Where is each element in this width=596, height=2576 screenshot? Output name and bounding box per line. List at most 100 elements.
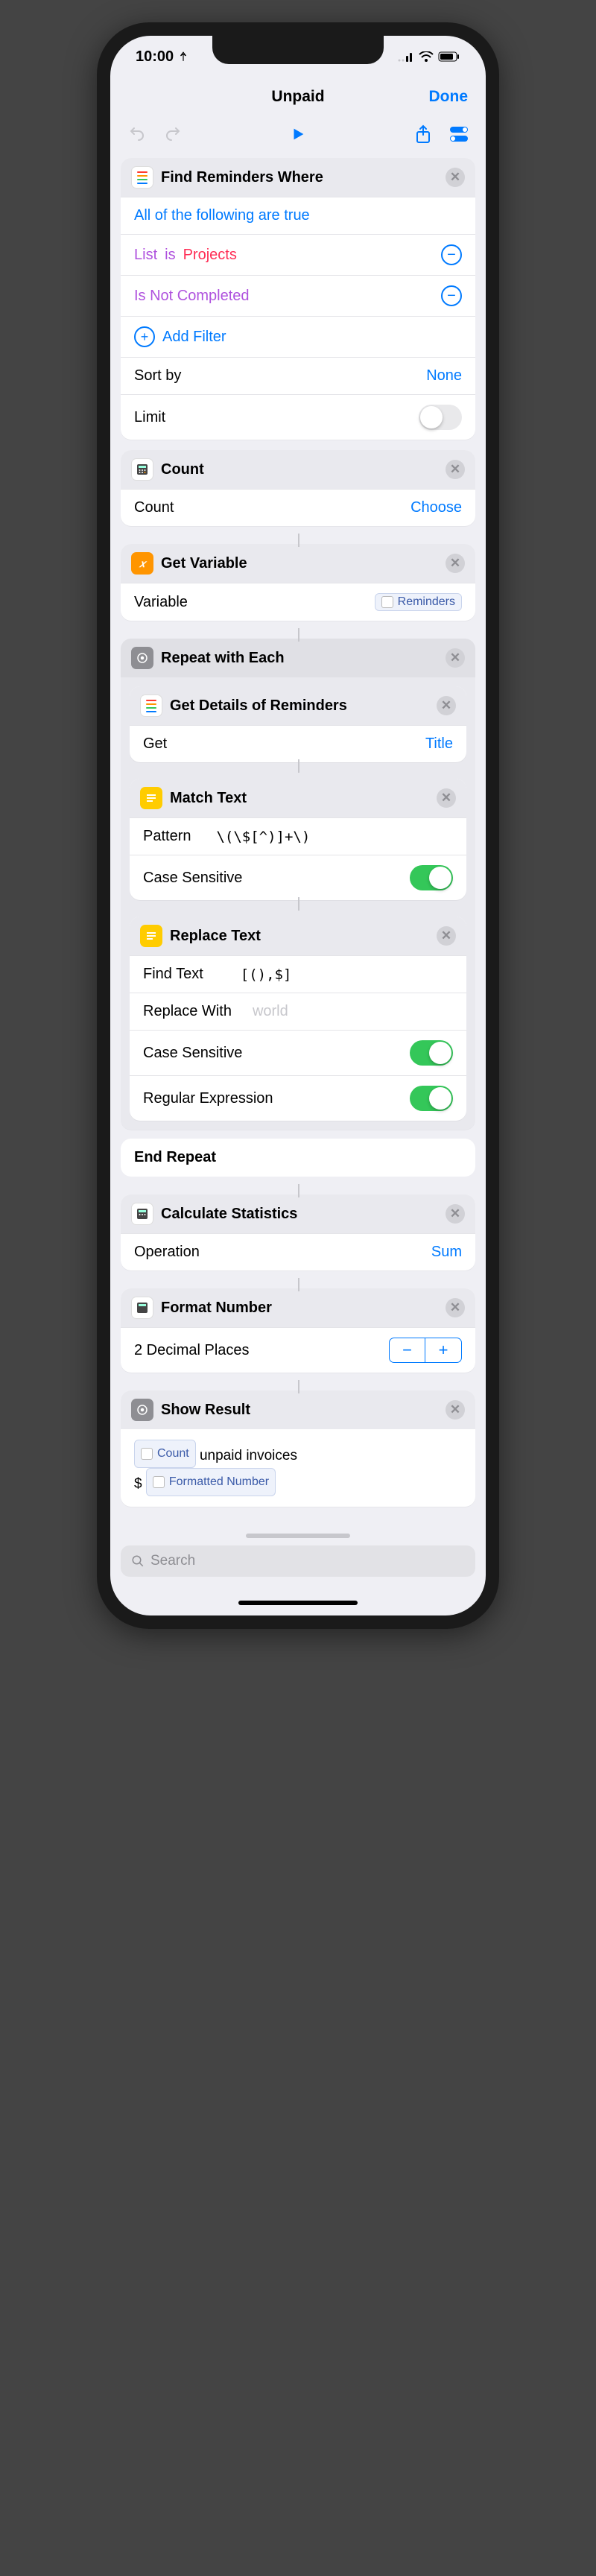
count-label: Count <box>134 499 174 516</box>
delete-action-button[interactable]: ✕ <box>437 696 456 715</box>
gear-icon <box>131 647 153 669</box>
action-show-result: Show Result ✕ Count unpaid invoices $ Fo… <box>121 1390 475 1507</box>
get-value[interactable]: Title <box>425 735 453 753</box>
filter-op[interactable]: is <box>165 247 175 264</box>
decimal-stepper[interactable]: −+ <box>389 1338 462 1363</box>
action-title: Find Reminders Where <box>161 169 323 186</box>
count-value[interactable]: Choose <box>410 499 462 516</box>
action-get-details: Get Details of Reminders ✕ Get Title <box>130 686 466 762</box>
reminders-app-icon <box>131 166 153 189</box>
action-replace-text: Replace Text ✕ Find Text [(),$] Replace … <box>130 917 466 1121</box>
operation-label: Operation <box>134 1244 200 1261</box>
action-title: Replace Text <box>170 928 261 945</box>
status-time: 10:00 <box>136 48 188 66</box>
filter-all-true[interactable]: All of the following are true <box>134 207 310 224</box>
variable-token[interactable]: Count <box>134 1440 196 1468</box>
delete-action-button[interactable]: ✕ <box>446 554 465 573</box>
action-title: Format Number <box>161 1300 272 1317</box>
page-title: Unpaid <box>271 88 324 106</box>
result-text-field[interactable]: Count unpaid invoices $ Formatted Number <box>121 1429 475 1507</box>
delete-action-button[interactable]: ✕ <box>446 460 465 479</box>
variable-token[interactable]: Formatted Number <box>146 1468 276 1496</box>
action-calc-stats: Calculate Statistics ✕ Operation Sum <box>121 1194 475 1270</box>
redo-button[interactable] <box>159 121 186 148</box>
limit-toggle[interactable] <box>419 405 462 430</box>
action-title: Show Result <box>161 1402 250 1419</box>
find-value[interactable]: [(),$] <box>241 966 292 983</box>
delete-action-button[interactable]: ✕ <box>437 926 456 946</box>
text-icon <box>140 925 162 947</box>
action-get-variable: 𝑥 Get Variable ✕ Variable Reminders <box>121 544 475 621</box>
operation-value[interactable]: Sum <box>431 1244 462 1261</box>
delete-action-button[interactable]: ✕ <box>446 1298 465 1317</box>
action-title: Count <box>161 461 204 478</box>
case-sensitive-toggle[interactable] <box>410 865 453 890</box>
calculator-app-icon <box>131 458 153 481</box>
add-filter-button[interactable]: Add Filter <box>162 329 226 346</box>
action-title: Match Text <box>170 790 247 807</box>
action-title: Repeat with Each <box>161 650 285 667</box>
replace-placeholder[interactable]: world <box>253 1003 288 1020</box>
calculator-app-icon <box>131 1297 153 1319</box>
search-placeholder: Search <box>150 1553 195 1569</box>
text-icon <box>140 787 162 809</box>
gear-icon <box>131 1399 153 1421</box>
search-input[interactable]: Search <box>121 1545 475 1577</box>
sort-by-value[interactable]: None <box>426 367 462 384</box>
action-title: Calculate Statistics <box>161 1206 297 1223</box>
result-text: unpaid invoices <box>200 1448 297 1463</box>
action-title: Get Details of Reminders <box>170 697 347 715</box>
variable-icon: 𝑥 <box>131 552 153 575</box>
variable-token[interactable]: Reminders <box>375 593 462 611</box>
stepper-minus[interactable]: − <box>390 1338 425 1362</box>
signal-icon <box>398 51 414 62</box>
toolbar <box>110 116 486 152</box>
action-count: Count ✕ Count Choose <box>121 450 475 526</box>
remove-filter-button[interactable]: − <box>441 285 462 306</box>
delete-action-button[interactable]: ✕ <box>446 168 465 187</box>
action-find-reminders: Find Reminders Where ✕ All of the follow… <box>121 158 475 440</box>
limit-label: Limit <box>134 409 165 426</box>
end-repeat: End Repeat <box>121 1139 475 1177</box>
filter-value[interactable]: Projects <box>183 247 237 264</box>
reminders-app-icon <box>140 694 162 717</box>
action-format-number: Format Number ✕ 2 Decimal Places −+ <box>121 1288 475 1373</box>
variable-label: Variable <box>134 594 188 611</box>
result-prefix: $ <box>134 1476 142 1492</box>
pattern-value[interactable]: \(\$[^)]+\) <box>216 829 310 845</box>
stepper-plus[interactable]: + <box>425 1338 461 1362</box>
delete-action-button[interactable]: ✕ <box>446 1400 465 1420</box>
sort-by-label: Sort by <box>134 367 181 384</box>
add-filter-icon[interactable]: + <box>134 326 155 347</box>
case-sensitive-label: Case Sensitive <box>143 1045 242 1062</box>
done-button[interactable]: Done <box>429 88 469 106</box>
calculator-app-icon <box>131 1203 153 1225</box>
filter-field[interactable]: List <box>134 247 157 264</box>
run-button[interactable] <box>285 121 311 148</box>
battery-icon <box>438 51 460 62</box>
delete-action-button[interactable]: ✕ <box>446 1204 465 1224</box>
delete-action-button[interactable]: ✕ <box>446 648 465 668</box>
case-sensitive-label: Case Sensitive <box>143 870 242 887</box>
action-repeat-each: Repeat with Each ✕ Get Details of Remind… <box>121 639 475 1130</box>
action-match-text: Match Text ✕ Pattern \(\$[^)]+\) Case Se… <box>130 779 466 900</box>
remove-filter-button[interactable]: − <box>441 244 462 265</box>
regex-toggle[interactable] <box>410 1086 453 1111</box>
home-indicator[interactable] <box>238 1601 358 1605</box>
search-icon <box>131 1554 145 1568</box>
action-title: Get Variable <box>161 555 247 572</box>
undo-button[interactable] <box>124 121 150 148</box>
decimal-places-label: 2 Decimal Places <box>134 1342 250 1359</box>
find-label: Find Text <box>143 966 203 983</box>
pattern-label: Pattern <box>143 828 191 845</box>
share-button[interactable] <box>410 121 437 148</box>
get-label: Get <box>143 735 167 753</box>
delete-action-button[interactable]: ✕ <box>437 788 456 808</box>
replace-label: Replace With <box>143 1003 232 1020</box>
regex-label: Regular Expression <box>143 1090 273 1107</box>
case-sensitive-toggle[interactable] <box>410 1040 453 1066</box>
filter-not-completed[interactable]: Is Not Completed <box>134 288 250 305</box>
drawer-handle[interactable] <box>246 1534 350 1538</box>
wifi-icon <box>419 51 434 62</box>
settings-toggle-button[interactable] <box>446 121 472 148</box>
